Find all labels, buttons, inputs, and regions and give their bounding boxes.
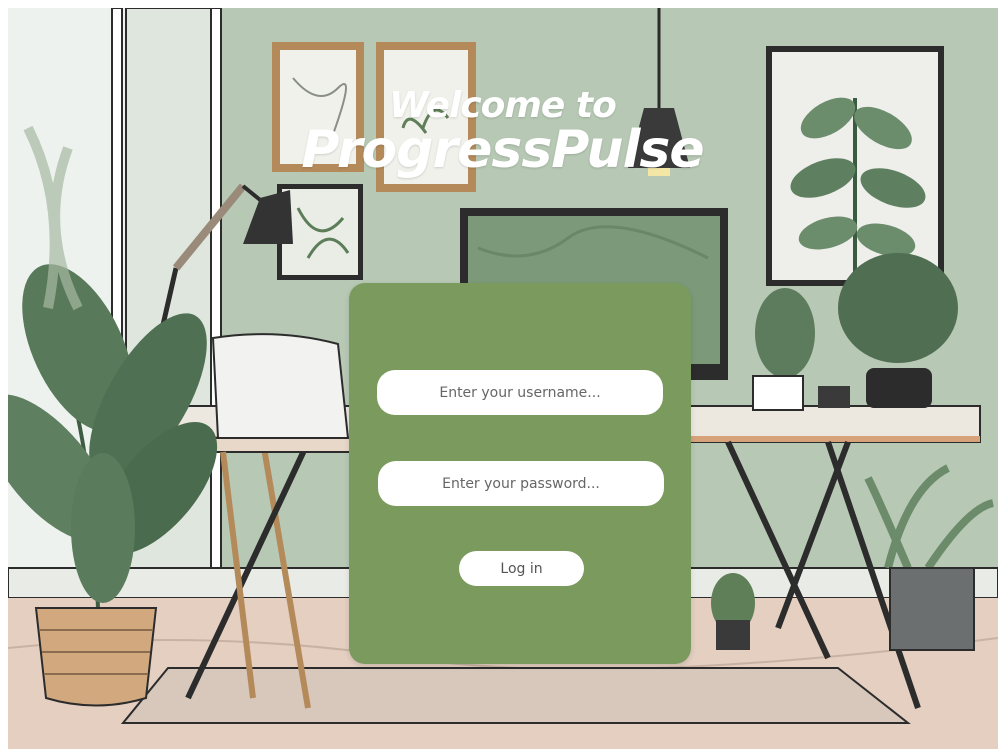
login-card: Log in (349, 283, 691, 664)
login-button[interactable]: Log in (459, 551, 584, 586)
page-title: Welcome to ProgressPulse (0, 84, 1005, 178)
username-input[interactable] (377, 370, 663, 415)
password-input[interactable] (378, 461, 664, 506)
app-name: ProgressPulse (301, 120, 704, 180)
login-page: Welcome to ProgressPulse Log in (0, 0, 1005, 753)
